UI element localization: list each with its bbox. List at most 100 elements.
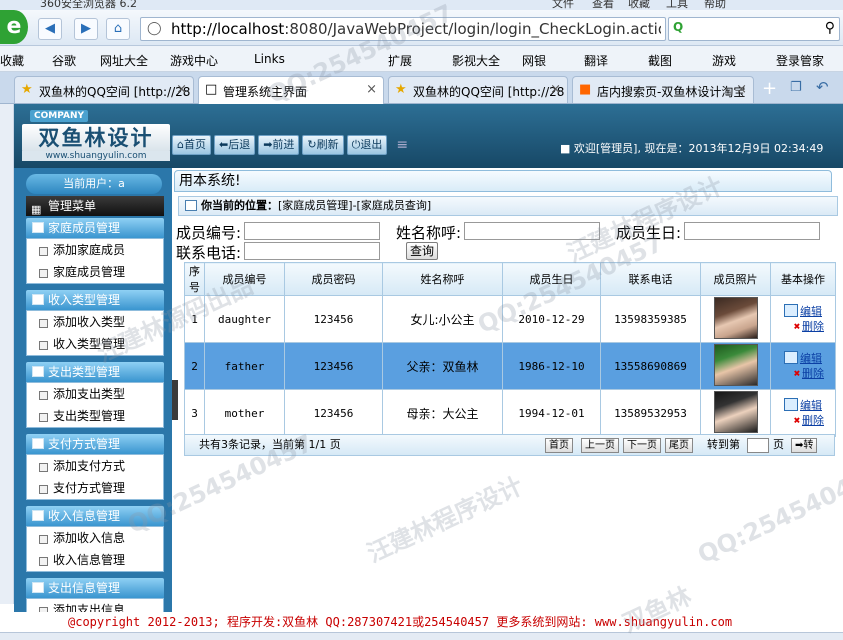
section-header-family[interactable]: 家庭成员管理 (26, 218, 164, 238)
menu-item-add-expense-type[interactable]: 添加支出类型 (27, 383, 163, 405)
name-input[interactable] (464, 222, 600, 240)
close-icon[interactable]: × (550, 82, 561, 97)
folder-icon (32, 366, 44, 377)
table-header-row: 序号 成员编号 成员密码 姓名称呼 成员生日 联系电话 成员照片 基本操作 (184, 262, 836, 296)
table-row[interactable]: 3 mother 123456 母亲：大公主 1994-12-01 135895… (184, 389, 836, 437)
toolbar-extensions[interactable]: 扩展 (388, 52, 412, 69)
cell-no: 2 (184, 342, 205, 390)
menu-section-expense-type: 支出类型管理 添加支出类型 支出类型管理 (26, 362, 164, 428)
nav-back-button[interactable]: ⬅后退 (213, 135, 256, 155)
tab-taobao-shop[interactable]: ■ 店内搜索页-双鱼林设计淘宝 × (572, 76, 754, 103)
member-no-input[interactable] (244, 222, 380, 240)
nav-forward-button[interactable]: ➡前进 (258, 135, 300, 155)
birthday-label: 成员生日: (616, 224, 682, 242)
menu-item-add-member[interactable]: 添加家庭成员 (27, 239, 163, 261)
query-button[interactable]: 查询 (406, 242, 438, 260)
member-photo[interactable] (713, 296, 758, 339)
edit-link[interactable]: 编辑 (800, 305, 822, 318)
last-page-button[interactable]: 尾页 (665, 438, 693, 453)
section-title: 支出类型管理 (48, 365, 121, 379)
browser-search-input[interactable]: Q ⚲ (668, 17, 840, 41)
member-photo[interactable] (713, 343, 758, 386)
goto-page-input[interactable] (747, 438, 769, 453)
forward-button[interactable]: ▶ (74, 18, 98, 40)
window-title-bar: 360安全浏览器 6.2 文件 查看 收藏 工具 帮助 (0, 0, 843, 10)
section-header-expense-info[interactable]: 支出信息管理 (26, 578, 164, 598)
menu-file[interactable]: 文件 (552, 0, 574, 10)
delete-link[interactable]: 删除 (802, 367, 824, 380)
table-row[interactable]: 1 daughter 123456 女儿:小公主 2010-12-29 1359… (184, 295, 836, 343)
cell-phone: 13558690869 (600, 342, 701, 390)
first-page-button[interactable]: 首页 (545, 438, 573, 453)
toolbar-games[interactable]: 游戏 (712, 52, 736, 69)
new-tab-button[interactable]: + (762, 78, 777, 99)
menu-item-add-payment[interactable]: 添加支付方式 (27, 455, 163, 477)
tab-admin-main[interactable]: □ 管理系统主界面 × (198, 76, 384, 104)
section-body: 添加支付方式 支付方式管理 (26, 454, 164, 500)
delete-icon: ✖ (793, 414, 801, 427)
toolbar-video[interactable]: 影视大全 (452, 52, 500, 69)
edit-link[interactable]: 编辑 (800, 352, 822, 365)
bookmark-site-nav[interactable]: 网址大全 (100, 52, 148, 69)
window-title: 360安全浏览器 6.2 (40, 0, 137, 10)
menu-item-add-income-type[interactable]: 添加收入类型 (27, 311, 163, 333)
menu-item-expense-type-manage[interactable]: 支出类型管理 (27, 405, 163, 427)
address-bar[interactable]: ◯ http://localhost:8080/JavaWebProject/l… (140, 17, 666, 41)
member-photo[interactable] (713, 390, 758, 433)
toolbar-screenshot[interactable]: 截图 (648, 52, 672, 69)
restore-tab-icon[interactable]: ❐ (790, 80, 802, 95)
tab-qq-space-2[interactable]: ★ 双鱼林的QQ空间 [http://28 × (388, 76, 568, 103)
next-page-button[interactable]: 下一页 (623, 438, 661, 453)
toolbar-translate[interactable]: 翻译 (584, 52, 608, 69)
toolbar-bank[interactable]: 网银 (522, 52, 546, 69)
bookmark-game-center[interactable]: 游戏中心 (170, 52, 218, 69)
phone-input[interactable] (244, 242, 380, 260)
location-icon (185, 200, 197, 211)
menu-item-income-type-manage[interactable]: 收入类型管理 (27, 333, 163, 355)
menu-item-payment-manage[interactable]: 支付方式管理 (27, 477, 163, 499)
menu-item-income-info-manage[interactable]: 收入信息管理 (27, 549, 163, 571)
menu-item-add-expense-info[interactable]: 添加支出信息 (27, 599, 163, 612)
table-row[interactable]: 2 father 123456 父亲：双鱼林 1986-12-10 135586… (184, 342, 836, 390)
menu-item-add-income-info[interactable]: 添加收入信息 (27, 527, 163, 549)
tab-bar: ★ 双鱼林的QQ空间 [http://28 × □ 管理系统主界面 × ★ 双鱼… (0, 72, 843, 104)
section-title: 收入信息管理 (48, 509, 121, 523)
go-button[interactable]: ➡转 (791, 438, 818, 453)
menu-help[interactable]: 帮助 (704, 0, 726, 10)
page-icon: □ (205, 82, 218, 97)
search-icon[interactable]: ⚲ (825, 20, 835, 36)
folder-icon (32, 438, 44, 449)
nav-home-button[interactable]: ⌂首页 (172, 135, 211, 155)
bookmark-links[interactable]: Links (254, 52, 285, 66)
close-icon[interactable]: × (736, 82, 747, 97)
section-header-payment[interactable]: 支付方式管理 (26, 434, 164, 454)
nav-logout-button[interactable]: ⏻退出 (346, 135, 388, 155)
prev-page-button[interactable]: 上一页 (581, 438, 619, 453)
edit-link[interactable]: 编辑 (800, 399, 822, 412)
menu-view[interactable]: 查看 (592, 0, 614, 10)
member-no-label: 成员编号: (176, 224, 242, 242)
cell-birthday: 1994-12-01 (502, 389, 601, 437)
cell-member-no: father (204, 342, 285, 390)
menu-favorites[interactable]: 收藏 (628, 0, 650, 10)
section-header-expense-type[interactable]: 支出类型管理 (26, 362, 164, 382)
bookmark-favorites[interactable]: 收藏 (0, 52, 24, 69)
home-button[interactable]: ⌂ (106, 18, 130, 40)
nav-refresh-button[interactable]: ↻刷新 (302, 135, 344, 155)
tab-qq-space-1[interactable]: ★ 双鱼林的QQ空间 [http://28 × (14, 76, 194, 103)
close-icon[interactable]: × (366, 82, 377, 97)
section-header-income-type[interactable]: 收入类型管理 (26, 290, 164, 310)
name-label: 姓名称呼: (396, 224, 462, 242)
menu-tools[interactable]: 工具 (666, 0, 688, 10)
undo-icon[interactable]: ↶ (816, 78, 829, 96)
menu-item-member-manage[interactable]: 家庭成员管理 (27, 261, 163, 283)
bookmark-google[interactable]: 谷歌 (52, 52, 76, 69)
toolbar-login-manager[interactable]: 登录管家 (776, 52, 824, 69)
birthday-input[interactable] (684, 222, 820, 240)
menu-section-income-type: 收入类型管理 添加收入类型 收入类型管理 (26, 290, 164, 356)
delete-link[interactable]: 删除 (802, 414, 824, 427)
close-icon[interactable]: × (176, 82, 187, 97)
section-header-income-info[interactable]: 收入信息管理 (26, 506, 164, 526)
delete-link[interactable]: 删除 (802, 320, 824, 333)
back-button[interactable]: ◀ (38, 18, 62, 40)
